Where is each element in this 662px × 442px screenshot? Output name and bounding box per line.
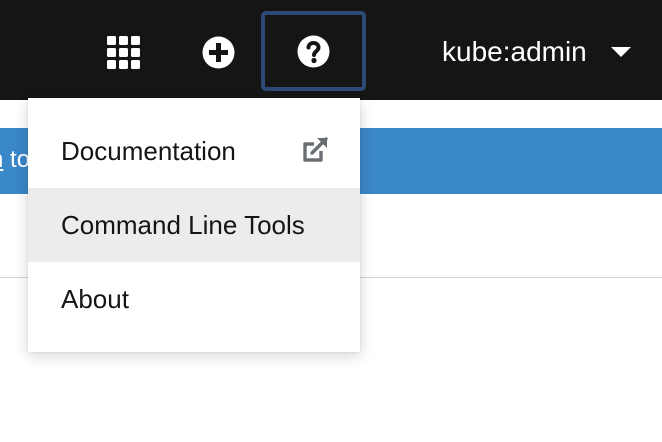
apps-grid-icon xyxy=(106,35,140,69)
quick-create-button[interactable] xyxy=(186,10,250,94)
caret-down-icon xyxy=(610,47,631,57)
external-link-icon xyxy=(303,137,328,162)
question-circle-icon xyxy=(297,35,330,67)
menu-item-about[interactable]: About xyxy=(28,262,360,336)
banner-text: n to xyxy=(0,146,30,174)
user-name: kube:admin xyxy=(442,36,587,67)
banner-text-rest: to xyxy=(3,146,31,173)
menu-item-documentation[interactable]: Documentation xyxy=(28,114,360,188)
user-menu-toggle[interactable]: kube:admin xyxy=(442,34,662,70)
menu-item-label: Documentation xyxy=(61,135,236,166)
help-dropdown-menu: Documentation Command Line Tools About xyxy=(28,98,360,352)
menu-item-command-line-tools[interactable]: Command Line Tools xyxy=(28,188,360,262)
masthead: kube:admin xyxy=(0,0,662,100)
help-menu-button[interactable] xyxy=(261,11,366,91)
menu-item-label: Command Line Tools xyxy=(61,209,305,240)
menu-item-label: About xyxy=(61,283,129,314)
apps-launcher-button[interactable] xyxy=(92,10,154,94)
plus-circle-icon xyxy=(202,36,234,68)
